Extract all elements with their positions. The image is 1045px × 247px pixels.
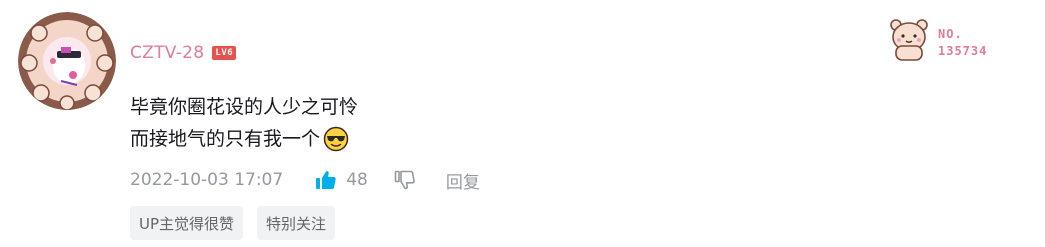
comment-line: 毕竟你圈花设的人少之可怜: [130, 91, 358, 123]
comment-text-line-2: 而接地气的只有我一个: [130, 128, 321, 150]
comment-line: 而接地气的只有我一个: [130, 123, 358, 155]
like-count: 48: [346, 170, 368, 190]
user-info: CZTV-28 LV6: [130, 42, 237, 64]
reply-button[interactable]: 回复: [446, 168, 480, 193]
avatar-image: [18, 12, 116, 110]
badge-number: 135734: [938, 44, 988, 58]
fan-number-badge: NO. 135734: [886, 17, 1006, 65]
like-button[interactable]: 48: [315, 170, 368, 190]
sunglasses-emoji-icon: [323, 126, 349, 152]
comment-tags: UP主觉得很赞 特别关注: [130, 206, 336, 240]
dislike-button[interactable]: [394, 170, 416, 190]
thumbs-up-icon: [316, 171, 336, 189]
comment-item: CZTV-28 LV6 毕竟你圈花设的人少之可怜 而接地气的只有我一个 2022…: [0, 0, 1045, 247]
username[interactable]: CZTV-28: [130, 43, 204, 63]
comment-text-line-1: 毕竟你圈花设的人少之可怜: [130, 96, 359, 118]
user-avatar[interactable]: [17, 11, 117, 111]
badge-no-label: NO.: [938, 27, 963, 41]
tag-special-follow: 特别关注: [257, 206, 336, 240]
comment-content: 毕竟你圈花设的人少之可怜 而接地气的只有我一个: [130, 91, 358, 155]
tag-up-liked: UP主觉得很赞: [130, 206, 244, 240]
comment-timestamp: 2022-10-03 17:07: [130, 170, 284, 190]
comment-meta: 2022-10-03 17:07 48 回复: [130, 167, 480, 193]
bear-badge-icon: [890, 19, 928, 61]
thumbs-down-icon: [394, 170, 415, 190]
level-badge: LV6: [212, 46, 237, 60]
